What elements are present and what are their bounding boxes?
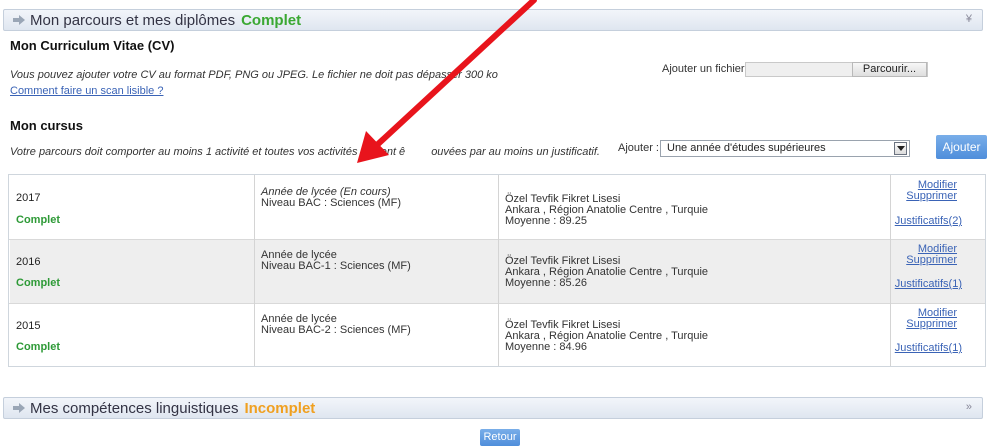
delete-link[interactable]: Supprimer: [906, 191, 957, 202]
row-average: Moyenne : 84.96: [505, 341, 587, 353]
cursus-heading: Mon cursus: [10, 118, 83, 133]
column-divider: [254, 175, 255, 366]
select-value: Une année d'études supérieures: [667, 142, 826, 154]
cv-heading: Mon Curriculum Vitae (CV): [10, 38, 175, 53]
collapse-icon[interactable]: ¥: [966, 13, 972, 25]
expand-icon[interactable]: »: [966, 401, 972, 413]
section-title: Mon parcours et mes diplômes Complet: [30, 12, 302, 29]
chevron-down-icon[interactable]: [894, 142, 907, 155]
cv-description: Vous pouvez ajouter votre CV au format P…: [10, 69, 498, 81]
row-level: Niveau BAC : Sciences (MF): [261, 197, 401, 209]
cursus-description: Votre parcours doit comporter au moins 1…: [10, 146, 600, 158]
file-input[interactable]: Parcourir...: [745, 62, 928, 77]
scan-help-link[interactable]: Comment faire un scan lisible ?: [10, 85, 163, 97]
section-title: Mes compétences linguistiques Incomplet: [30, 400, 316, 417]
row-average: Moyenne : 85.26: [505, 277, 587, 289]
justificatifs-link[interactable]: Justificatifs(2): [895, 216, 962, 227]
row-status: Complet: [16, 214, 60, 226]
add-file-label: Ajouter un fichier: [662, 63, 745, 75]
activity-type-select[interactable]: Une année d'études supérieures: [660, 140, 910, 157]
arrow-right-icon: [13, 15, 25, 25]
row-level: Niveau BAC-2 : Sciences (MF): [261, 324, 411, 336]
arrow-right-icon: [13, 403, 25, 413]
section-status: Incomplet: [244, 400, 316, 417]
row-year: 2015: [16, 320, 41, 332]
section-header-parcours[interactable]: Mon parcours et mes diplômes Complet ¥: [3, 9, 983, 31]
add-label: Ajouter :: [618, 142, 659, 154]
row-divider: [9, 239, 985, 240]
add-button[interactable]: Ajouter: [936, 135, 987, 159]
delete-link[interactable]: Supprimer: [906, 255, 957, 266]
column-divider: [498, 175, 499, 366]
section-status: Complet: [241, 12, 302, 29]
justificatifs-link[interactable]: Justificatifs(1): [895, 279, 962, 290]
row-divider: [9, 303, 985, 304]
browse-button[interactable]: Parcourir...: [852, 62, 927, 77]
back-button[interactable]: Retour: [480, 429, 520, 446]
justificatifs-link[interactable]: Justificatifs(1): [895, 343, 962, 354]
row-status: Complet: [16, 341, 60, 353]
row-level: Niveau BAC-1 : Sciences (MF): [261, 260, 411, 272]
column-divider: [890, 175, 891, 366]
section-header-langues[interactable]: Mes compétences linguistiques Incomplet »: [3, 397, 983, 419]
row-average: Moyenne : 89.25: [505, 215, 587, 227]
cursus-table: 2017 Complet Année de lycée (En cours) N…: [8, 174, 986, 367]
row-year: 2017: [16, 192, 41, 204]
row-year: 2016: [16, 256, 41, 268]
row-status: Complet: [16, 277, 60, 289]
delete-link[interactable]: Supprimer: [906, 319, 957, 330]
